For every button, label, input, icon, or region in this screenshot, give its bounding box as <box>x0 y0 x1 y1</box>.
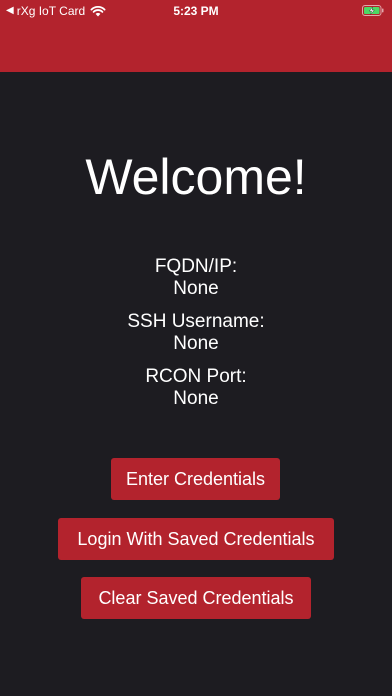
fqdn-label: FQDN/IP: <box>154 256 238 277</box>
ssh-username-value: None <box>173 333 219 354</box>
fqdn-value: None <box>173 278 219 299</box>
login-saved-credentials-button[interactable]: Login With Saved Credentials <box>58 518 334 560</box>
battery-charging-icon <box>362 5 384 16</box>
rcon-port-field: RCON Port: None <box>0 366 392 410</box>
status-bar: ◀ rXg IoT Card 5:23 PM <box>0 0 392 22</box>
fqdn-field: FQDN/IP: None <box>0 256 392 300</box>
ssh-username-label: SSH Username: <box>127 311 265 332</box>
status-time: 5:23 PM <box>173 4 219 18</box>
rcon-port-value: None <box>173 388 219 409</box>
ssh-username-field: SSH Username: None <box>0 311 392 355</box>
main-content: Welcome! FQDN/IP: None SSH Username: Non… <box>0 72 392 696</box>
app-header: ◀ rXg IoT Card 5:23 PM <box>0 0 392 72</box>
welcome-title: Welcome! <box>85 149 307 205</box>
rcon-port-label: RCON Port: <box>145 366 247 387</box>
enter-credentials-button[interactable]: Enter Credentials <box>111 458 280 500</box>
clear-saved-credentials-button[interactable]: Clear Saved Credentials <box>81 577 311 619</box>
